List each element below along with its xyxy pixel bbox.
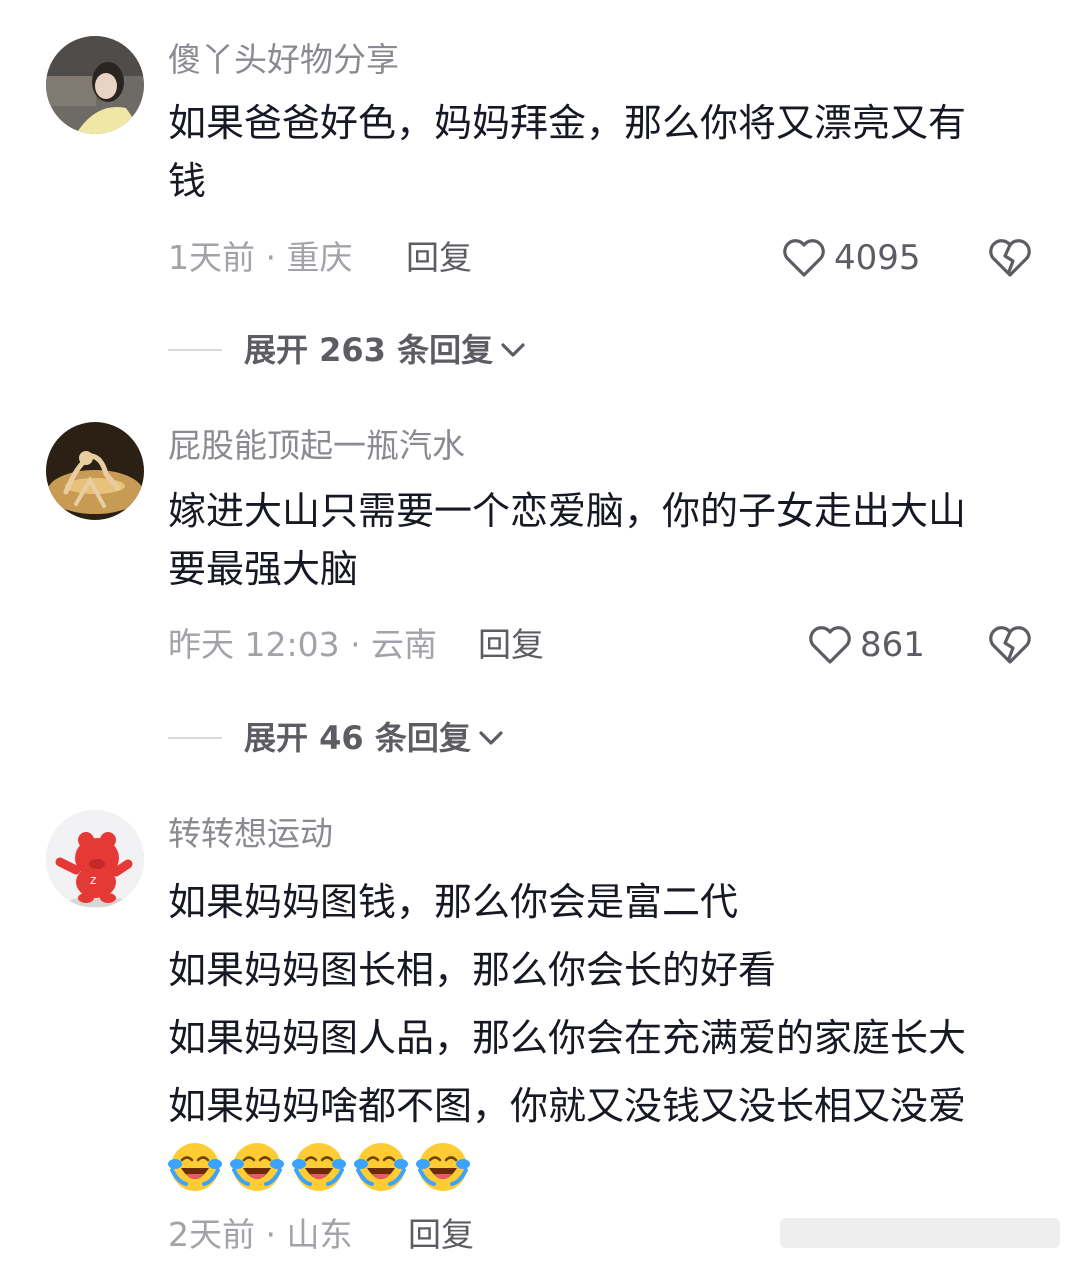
reply-button[interactable]: 回复 [408,1215,474,1255]
expand-replies-button[interactable]: 展开 46 条回复 [168,718,505,758]
comment-meta: 1天前 · 重庆 [168,238,353,277]
emoji-row [168,1140,470,1194]
divider [168,737,222,739]
expand-replies-button[interactable]: 展开 263 条回复 [168,330,527,370]
watermark-graphic [780,1218,1060,1248]
avatar[interactable] [46,422,144,520]
laugh-cry-emoji-icon [168,1143,222,1191]
reply-button[interactable]: 回复 [478,625,544,665]
broken-heart-icon[interactable] [988,625,1032,665]
chevron-down-icon [501,343,525,357]
comment-line: 要最强大脑 [168,547,359,591]
avatar[interactable] [46,36,144,134]
comment-text: 如果爸爸好色，妈妈拜金，那么你将又漂亮又有 钱 [168,94,1048,210]
laugh-cry-emoji-icon [292,1143,346,1191]
comment-line: 如果妈妈图钱，那么你会是富二代 [168,880,739,924]
svg-text:z: z [90,873,96,887]
comment-meta: 2天前 · 山东 [168,1215,353,1254]
like-button[interactable]: 861 [808,625,925,665]
comment-line: 如果妈妈啥都不图，你就又没钱又没长相又没爱 [168,1084,967,1128]
broken-heart-icon[interactable] [988,238,1032,278]
username[interactable]: 转转想运动 [168,814,333,854]
comment-line: 嫁进大山只需要一个恋爱脑，你的子女走出大山 [168,489,967,533]
comment-line: 如果妈妈图人品，那么你会在充满爱的家庭长大 [168,1016,967,1060]
like-count: 4095 [834,238,921,278]
heart-outline-icon [783,239,825,277]
comment-line: 钱 [168,159,207,203]
heart-outline-icon [809,626,851,664]
expand-replies-label: 展开 46 条回复 [244,719,471,757]
reply-button[interactable]: 回复 [406,238,472,278]
username[interactable]: 屁股能顶起一瓶汽水 [168,426,465,466]
comment-text: 如果妈妈图钱，那么你会是富二代 如果妈妈图长相，那么你会长的好看 如果妈妈图人品… [168,868,1048,1140]
comment-text: 嫁进大山只需要一个恋爱脑，你的子女走出大山 要最强大脑 [168,482,1048,598]
laugh-cry-emoji-icon [416,1143,470,1191]
laugh-cry-emoji-icon [354,1143,408,1191]
comment-meta: 昨天 12:03 · 云南 [168,625,438,664]
divider [168,349,222,351]
username[interactable]: 傻丫头好物分享 [168,40,399,80]
like-count: 861 [860,625,925,665]
comment-line: 如果爸爸好色，妈妈拜金，那么你将又漂亮又有 [168,101,967,145]
comment-line: 如果妈妈图长相，那么你会长的好看 [168,948,777,992]
chevron-down-icon [479,731,503,745]
laugh-cry-emoji-icon [230,1143,284,1191]
like-button[interactable]: 4095 [782,238,921,278]
avatar[interactable]: z [46,810,144,908]
expand-replies-label: 展开 263 条回复 [244,331,494,369]
